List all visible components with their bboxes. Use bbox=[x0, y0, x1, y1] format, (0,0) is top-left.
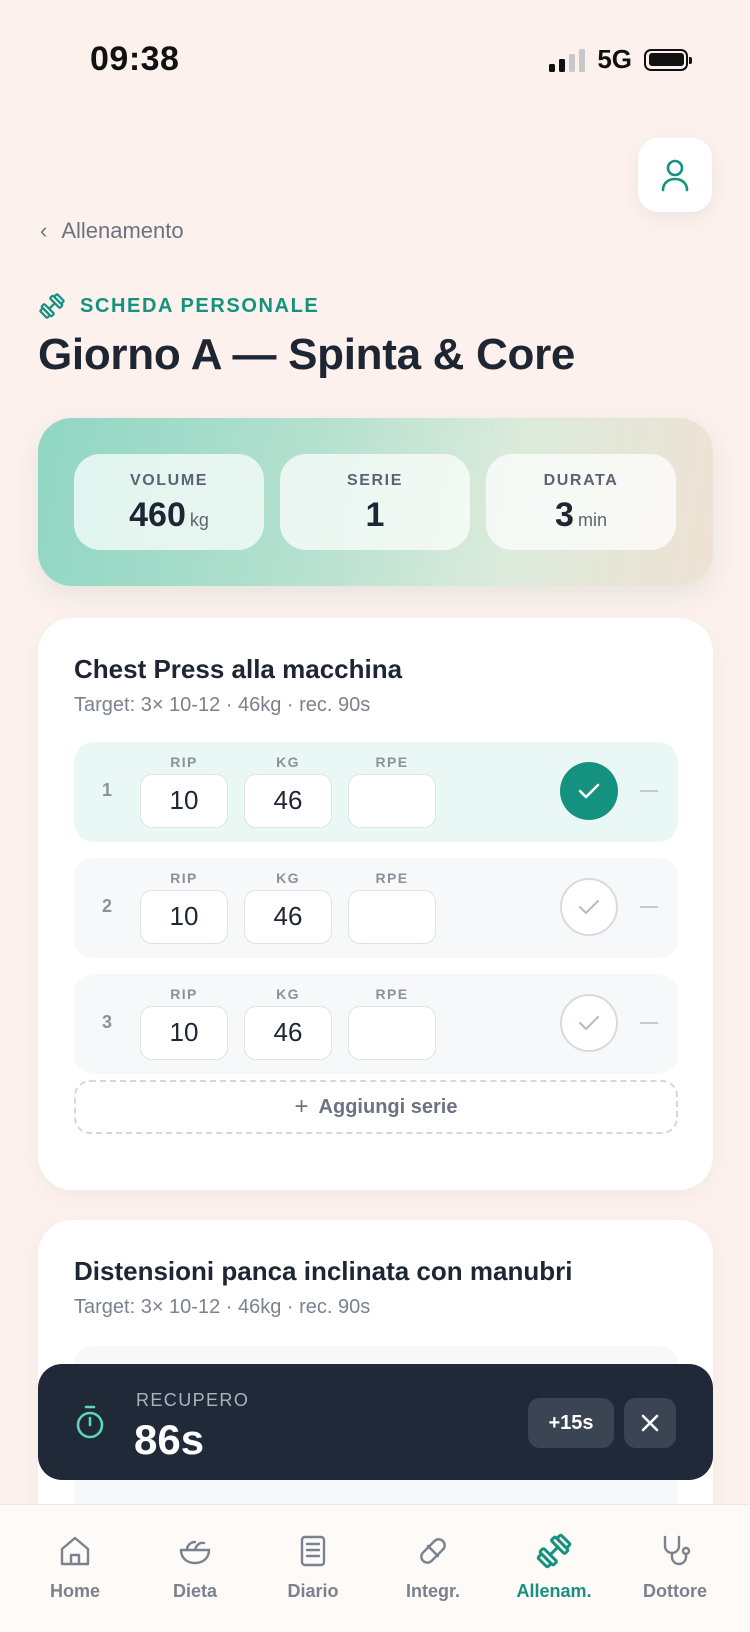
exercise-target: Target: 3× 10-12 · 46kg · rec. 90s bbox=[74, 1296, 371, 1318]
stat-label: SERIE bbox=[346, 472, 403, 489]
remove-set-button[interactable] bbox=[640, 790, 658, 792]
nav-label: Dottore bbox=[643, 1581, 707, 1601]
back-link-label: Allenamento bbox=[61, 222, 184, 243]
nav-label: Dieta bbox=[172, 1581, 217, 1601]
stat-value: 1 bbox=[365, 496, 385, 534]
user-icon bbox=[661, 159, 689, 192]
nav-label: Allenam. bbox=[516, 1581, 592, 1601]
status-indicators: 5G bbox=[549, 44, 692, 75]
stethoscope-icon bbox=[663, 1535, 691, 1566]
stopwatch-icon bbox=[76, 1405, 104, 1439]
kicker-label: SCHEDA PERSONALE bbox=[80, 294, 320, 317]
stat-label: DURATA bbox=[543, 472, 619, 489]
stat-sets: SERIE 1 bbox=[280, 454, 470, 550]
remove-set-button[interactable] bbox=[640, 906, 658, 908]
check-icon bbox=[578, 899, 600, 915]
add-15s-button[interactable]: +15s bbox=[528, 1398, 614, 1448]
pill-icon bbox=[420, 1538, 446, 1564]
set-complete-button[interactable] bbox=[560, 762, 618, 820]
reps-label: RIP bbox=[170, 986, 198, 1002]
stat-value: 460 bbox=[129, 496, 186, 534]
home-icon bbox=[60, 1536, 90, 1566]
nav-item-home[interactable]: Home bbox=[20, 1531, 130, 1602]
kg-label: KG bbox=[276, 754, 300, 770]
nav-item-journal[interactable]: Diario bbox=[258, 1531, 368, 1602]
salad-bowl-icon bbox=[179, 1540, 211, 1565]
add-set-label: Aggiungi serie bbox=[318, 1095, 458, 1118]
reps-input[interactable]: 10 bbox=[140, 774, 228, 828]
bottom-nav: Home Dieta Diario Integr. Allenam. Dotto… bbox=[0, 1504, 750, 1632]
set-row: 2 RIP KG RPE 10 46 bbox=[74, 858, 678, 958]
exercise-name: Distensioni panca inclinata con manubri bbox=[74, 1256, 573, 1286]
close-timer-button[interactable] bbox=[624, 1398, 676, 1448]
check-icon bbox=[578, 783, 600, 799]
remove-set-button[interactable] bbox=[640, 1022, 658, 1024]
nav-item-workout[interactable]: Allenam. bbox=[499, 1531, 609, 1602]
stat-value: 3 bbox=[555, 496, 574, 534]
rpe-input[interactable] bbox=[348, 1006, 436, 1060]
dumbbell-icon bbox=[536, 1533, 572, 1569]
rpe-input[interactable] bbox=[348, 890, 436, 944]
stat-unit: min bbox=[577, 510, 607, 530]
kg-input[interactable]: 46 bbox=[244, 890, 332, 944]
nav-label: Home bbox=[49, 1581, 100, 1601]
page-title: Giorno A — Spinta & Core bbox=[38, 330, 576, 379]
rpe-label: RPE bbox=[375, 754, 409, 770]
set-number: 3 bbox=[102, 1012, 113, 1032]
exercise-card: Chest Press alla macchina Target: 3× 10-… bbox=[38, 618, 713, 1190]
rest-timer: RECUPERO 86s +15s bbox=[38, 1364, 713, 1480]
nav-label: Diario bbox=[287, 1581, 339, 1601]
dumbbell-icon bbox=[39, 293, 65, 319]
rpe-input[interactable] bbox=[348, 774, 436, 828]
rpe-label: RPE bbox=[375, 986, 409, 1002]
set-complete-button[interactable] bbox=[560, 878, 618, 936]
nav-item-supplements[interactable]: Integr. bbox=[378, 1531, 488, 1602]
nav-label: Integr. bbox=[405, 1581, 460, 1601]
plus-icon: + bbox=[294, 1093, 309, 1120]
close-icon bbox=[641, 1414, 659, 1432]
set-row: 3 RIP KG RPE 10 46 bbox=[74, 974, 678, 1074]
reps-label: RIP bbox=[170, 754, 198, 770]
kg-label: KG bbox=[276, 870, 300, 886]
stat-label: VOLUME bbox=[129, 472, 209, 489]
add-set-button[interactable]: + Aggiungi serie bbox=[74, 1080, 678, 1134]
kg-label: KG bbox=[276, 986, 300, 1002]
kg-input[interactable]: 46 bbox=[244, 774, 332, 828]
set-row: 1 RIP KG RPE 10 46 bbox=[74, 742, 678, 842]
set-complete-button[interactable] bbox=[560, 994, 618, 1052]
nav-item-doctor[interactable]: Dottore bbox=[620, 1531, 730, 1602]
status-time: 09:38 bbox=[90, 40, 180, 78]
exercise-target: Target: 3× 10-12 · 46kg · rec. 90s bbox=[74, 694, 371, 716]
stat-duration: DURATA 3 min bbox=[486, 454, 676, 550]
set-number: 1 bbox=[102, 780, 113, 800]
nav-item-diet[interactable]: Dieta bbox=[140, 1531, 250, 1602]
battery-icon bbox=[644, 48, 692, 71]
profile-button[interactable] bbox=[638, 138, 712, 212]
network-label: 5G bbox=[597, 44, 632, 74]
reps-label: RIP bbox=[170, 870, 198, 886]
set-number: 2 bbox=[102, 896, 113, 916]
stat-unit: kg bbox=[189, 510, 209, 530]
exercise-name: Chest Press alla macchina bbox=[74, 654, 403, 684]
check-icon bbox=[578, 1015, 600, 1031]
back-link[interactable]: ‹ Allenamento bbox=[40, 222, 184, 244]
timer-value: 86s bbox=[134, 1416, 205, 1463]
notebook-icon bbox=[300, 1535, 326, 1567]
rpe-label: RPE bbox=[375, 870, 409, 886]
kg-input[interactable]: 46 bbox=[244, 1006, 332, 1060]
reps-input[interactable]: 10 bbox=[140, 890, 228, 944]
stat-volume: VOLUME 460 kg bbox=[74, 454, 264, 550]
signal-icon bbox=[549, 48, 586, 72]
section-kicker: SCHEDA PERSONALE bbox=[38, 292, 319, 320]
workout-summary: VOLUME 460 kg SERIE 1 DURATA 3 min bbox=[38, 418, 713, 586]
reps-input[interactable]: 10 bbox=[140, 1006, 228, 1060]
chevron-left-icon: ‹ bbox=[40, 222, 48, 243]
timer-label: RECUPERO bbox=[136, 1390, 250, 1410]
